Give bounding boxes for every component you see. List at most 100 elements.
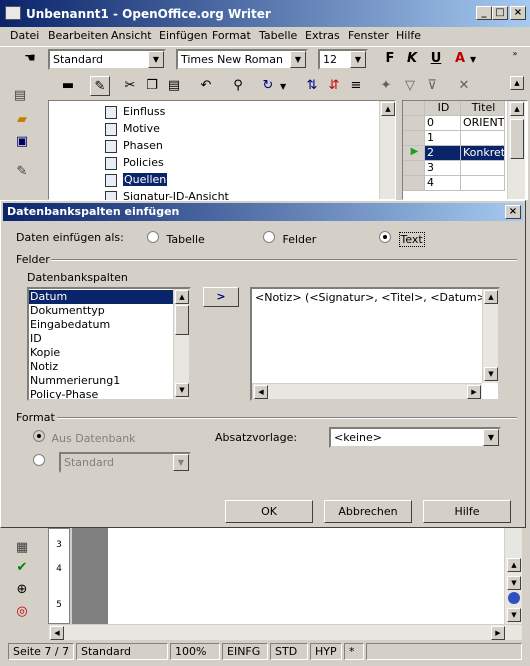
ok-button[interactable]: OK — [225, 500, 313, 523]
spellcheck-icon[interactable]: ✔ — [12, 558, 32, 578]
edit-document-icon[interactable]: ✎ — [12, 162, 32, 182]
cancel-button[interactable]: Abbrechen — [324, 500, 412, 523]
tree-item-quellen[interactable]: Quellen — [105, 173, 168, 189]
radio-felder[interactable]: Felder — [263, 231, 316, 246]
binoculars-icon[interactable]: ⊕ — [12, 580, 32, 600]
dialog-title-bar[interactable]: Datenbankspalten einfügen × — [3, 203, 523, 221]
status-selection-mode[interactable]: STD — [270, 643, 308, 660]
column-item[interactable]: Kopie — [30, 346, 60, 359]
row-handle[interactable] — [403, 131, 425, 146]
grid-cell[interactable]: 2 — [425, 146, 461, 161]
menu-ansicht[interactable]: Ansicht — [111, 29, 152, 42]
grid-cell[interactable]: 0 — [425, 116, 461, 131]
grid-cell[interactable]: ORIENT — [461, 116, 505, 131]
radio-custom-format[interactable] — [33, 454, 45, 469]
scroll-thumb[interactable] — [175, 305, 189, 335]
scroll-left-icon[interactable]: ◀ — [254, 385, 268, 399]
apply-filter-icon[interactable]: ▽ — [400, 76, 420, 96]
grid-header-titel[interactable]: Titel — [461, 101, 505, 116]
open-folder-icon[interactable]: ▰ — [12, 110, 32, 130]
scroll-up-icon[interactable]: ▲ — [175, 290, 189, 304]
stylist-icon[interactable]: ☚ — [20, 49, 40, 69]
columns-scrollbar[interactable]: ▲ ▼ — [173, 289, 189, 399]
toolbar-scroll-up-icon[interactable]: ▲ — [510, 76, 524, 90]
scroll-down-icon[interactable]: ▼ — [484, 367, 498, 381]
font-color-dropdown-icon[interactable]: ▼ — [470, 55, 476, 64]
data-grid[interactable]: ID Titel 0 ORIENT 1 ▶ 2 Konkreti 3 4 ▲ — [402, 100, 528, 200]
navigator-icon[interactable]: ◎ — [12, 602, 32, 622]
row-handle[interactable] — [403, 161, 425, 176]
save-disk-icon[interactable]: ▣ — [12, 132, 32, 152]
column-item[interactable]: Dokumenttyp — [30, 304, 105, 317]
help-button[interactable]: Hilfe — [423, 500, 511, 523]
tree-item-motive[interactable]: Motive — [105, 122, 160, 138]
refresh-icon[interactable]: ↻ — [258, 76, 278, 96]
scroll-down-icon[interactable]: ▼ — [507, 576, 521, 590]
underline-icon[interactable]: U — [426, 49, 446, 69]
chevron-down-icon[interactable]: ▼ — [290, 51, 306, 68]
grid-scrollbar[interactable]: ▲ — [507, 101, 525, 199]
grid-cell[interactable]: 4 — [425, 176, 461, 191]
chevron-down-icon[interactable]: ▼ — [173, 454, 189, 471]
menu-format[interactable]: Format — [212, 29, 251, 42]
standard-filter-icon[interactable]: ⊽ — [422, 76, 442, 96]
tree-scrollbar[interactable]: ▲ — [379, 101, 395, 199]
remove-filter-icon[interactable]: ✕ — [454, 76, 474, 96]
document-hscrollbar[interactable]: ◀ ▶ — [48, 624, 522, 640]
column-item[interactable]: Policy-Phase — [30, 388, 98, 399]
font-color-icon[interactable]: A — [450, 49, 470, 69]
status-page[interactable]: Seite 7 / 7 — [8, 643, 74, 660]
window-title-bar[interactable]: Unbenannt1 - OpenOffice.org Writer _ □ × — [0, 0, 530, 27]
row-handle[interactable] — [403, 116, 425, 131]
db-save-icon[interactable]: ▬ — [58, 76, 78, 96]
chevron-down-icon[interactable]: ▼ — [148, 51, 164, 68]
font-name-combo[interactable]: Times New Roman ▼ — [176, 49, 308, 70]
grid-cell[interactable]: Konkreti — [461, 146, 505, 161]
move-right-button[interactable]: > — [203, 287, 239, 307]
chevron-down-icon[interactable]: ▼ — [483, 429, 499, 446]
db-columns-list[interactable]: Datum Dokumenttyp Eingabedatum ID Kopie … — [27, 287, 191, 401]
sort-icon[interactable]: ≡ — [346, 76, 366, 96]
new-document-icon[interactable]: ▤ — [10, 86, 30, 106]
column-item[interactable]: Notiz — [30, 360, 58, 373]
scroll-up-icon[interactable]: ▲ — [510, 102, 524, 116]
sort-ascending-icon[interactable]: ⇅ — [302, 76, 322, 96]
next-page-icon[interactable]: ▼ — [507, 608, 521, 622]
minimize-icon[interactable]: _ — [476, 6, 492, 20]
scroll-down-icon[interactable]: ▼ — [175, 383, 189, 397]
copy-icon[interactable]: ❐ — [142, 76, 162, 96]
text-template-content[interactable]: <Notiz> (<Signatur>, <Titel>, <Datum>) — [255, 291, 490, 304]
menu-datei[interactable]: Datei — [10, 29, 39, 42]
bold-icon[interactable]: F — [380, 49, 400, 69]
format-combo[interactable]: Standard ▼ — [59, 452, 191, 473]
menu-bearbeiten[interactable]: Bearbeiten — [48, 29, 108, 42]
column-item[interactable]: Datum — [29, 290, 173, 304]
scroll-up-icon[interactable]: ▲ — [507, 558, 521, 572]
tree-item-policies[interactable]: Policies — [105, 156, 164, 172]
document-page[interactable] — [108, 528, 504, 624]
grid-cell[interactable] — [461, 176, 505, 191]
paragraph-style-combo[interactable]: Standard ▼ — [48, 49, 166, 70]
autofilter-icon[interactable]: ✦ — [376, 76, 396, 96]
grid-cell[interactable]: 3 — [425, 161, 461, 176]
grid-cell[interactable] — [461, 131, 505, 146]
tree-item-phasen[interactable]: Phasen — [105, 139, 163, 155]
datasource-tree[interactable]: Einfluss Motive Phasen Policies Quellen … — [48, 100, 396, 201]
scroll-thumb[interactable] — [510, 119, 524, 159]
menu-extras[interactable]: Extras — [305, 29, 340, 42]
menu-tabelle[interactable]: Tabelle — [259, 29, 297, 42]
chevron-down-icon[interactable]: ▼ — [350, 51, 366, 68]
menu-einfuegen[interactable]: Einfügen — [159, 29, 208, 42]
sort-descending-icon[interactable]: ⇵ — [324, 76, 344, 96]
close-icon[interactable]: × — [510, 6, 526, 20]
italic-icon[interactable]: K — [402, 49, 422, 69]
document-vscrollbar[interactable]: ▲ ▼ ▼ — [504, 528, 522, 624]
toolbar-more-icon[interactable]: » — [508, 49, 522, 69]
maximize-icon[interactable]: □ — [492, 6, 508, 20]
current-row-arrow-icon[interactable]: ▶ — [403, 146, 425, 161]
scroll-right-icon[interactable]: ▶ — [467, 385, 481, 399]
font-size-combo[interactable]: 12 ▼ — [318, 49, 368, 70]
row-handle[interactable] — [403, 176, 425, 191]
menu-fenster[interactable]: Fenster — [348, 29, 389, 42]
paste-icon[interactable]: ▤ — [164, 76, 184, 96]
